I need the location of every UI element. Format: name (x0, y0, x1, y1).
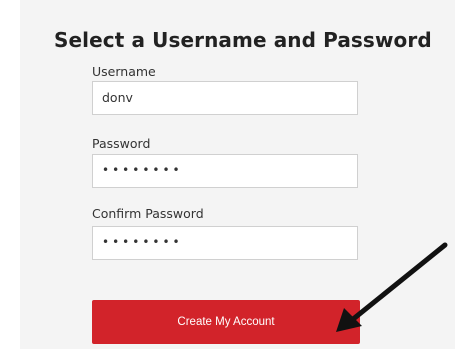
create-account-button[interactable]: Create My Account (92, 300, 360, 344)
password-input[interactable]: •••••••• (92, 154, 358, 188)
password-label: Password (92, 136, 151, 151)
form-title: Select a Username and Password (54, 28, 432, 52)
username-input[interactable]: donv (92, 81, 358, 115)
arrow-pointer-icon (336, 242, 448, 332)
username-label: Username (92, 64, 156, 79)
confirm-password-label: Confirm Password (92, 206, 204, 221)
confirm-password-input[interactable]: •••••••• (92, 226, 358, 260)
